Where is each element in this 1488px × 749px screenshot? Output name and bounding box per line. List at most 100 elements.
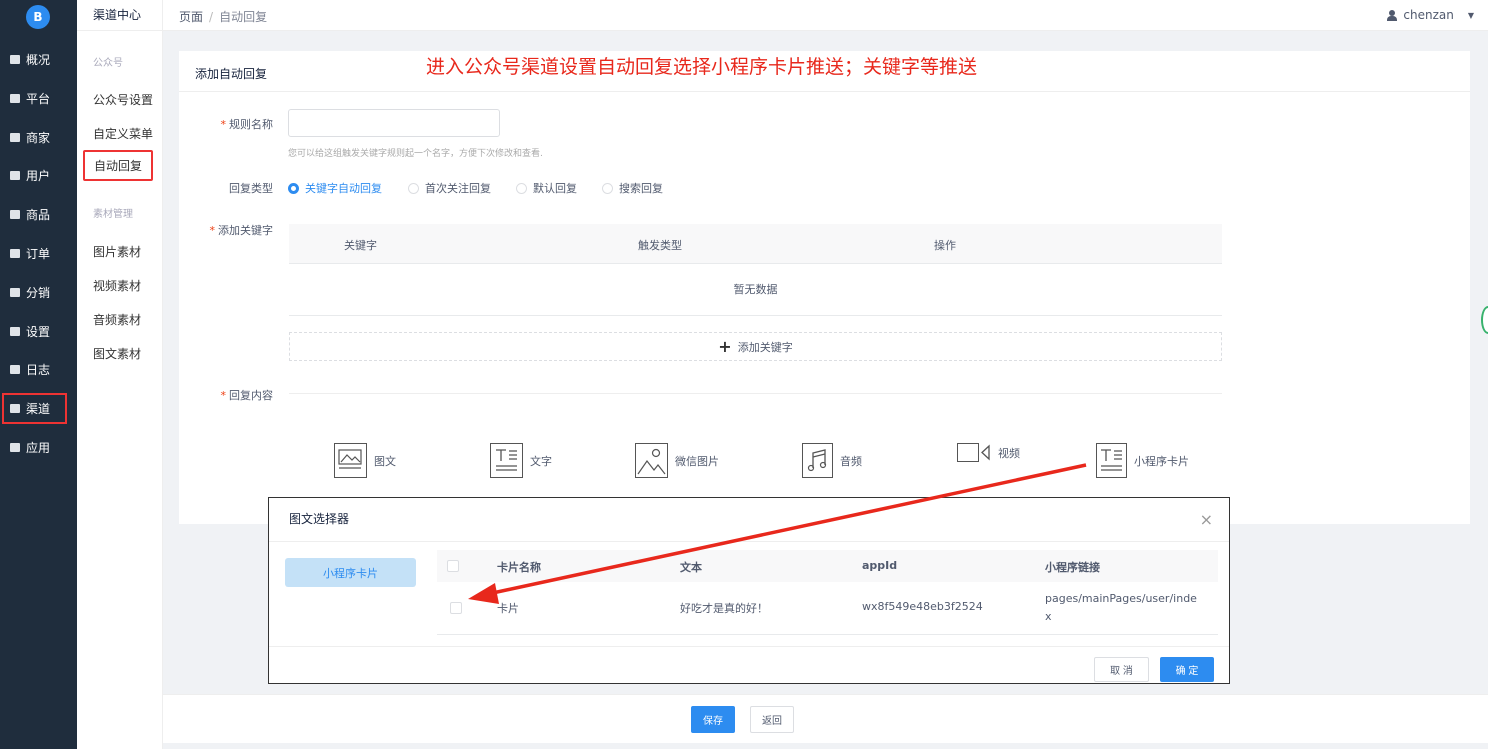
content-type-text[interactable]: 文字 (490, 443, 552, 478)
content-type-image-text[interactable]: 图文 (334, 443, 396, 478)
radio-keyword-reply[interactable]: 关键字自动回复 (288, 180, 382, 196)
close-icon[interactable]: × (1200, 510, 1213, 529)
content-type-mini-program-card[interactable]: 小程序卡片 (1096, 443, 1189, 478)
nav-label: 分销 (26, 285, 51, 300)
subnav-item-image-material[interactable]: 图片素材 (93, 243, 141, 260)
breadcrumb: 页面 / 自动回复 (179, 8, 267, 25)
nav-item-distribution[interactable]: 分销 (0, 276, 77, 308)
breadcrumb-current: 自动回复 (219, 10, 268, 24)
nav-item-overview[interactable]: 概况 (0, 43, 77, 75)
user-menu[interactable]: chenzan ▼ (1387, 8, 1474, 22)
content-type-wechat-image[interactable]: 微信图片 (635, 443, 719, 478)
row-checkbox[interactable] (450, 602, 462, 614)
nav-item-order[interactable]: 订单 (0, 237, 77, 269)
app-logo[interactable]: B (26, 5, 50, 29)
radio-label: 搜索回复 (619, 182, 663, 195)
save-button[interactable]: 保存 (691, 706, 735, 733)
nav-label: 订单 (26, 246, 51, 261)
store-icon (10, 132, 20, 142)
subnav-item-account-settings[interactable]: 公众号设置 (93, 91, 153, 108)
divider (269, 646, 1229, 647)
cell-appid: wx8f549e48eb3f2524 (862, 600, 983, 613)
nav-label: 概况 (26, 52, 51, 67)
nav-item-platform[interactable]: 平台 (0, 82, 77, 114)
add-keyword-button[interactable]: + 添加关键字 (289, 332, 1222, 361)
reply-type-label: 回复类型 (229, 182, 273, 195)
subnav-item-audio-material[interactable]: 音频素材 (93, 311, 141, 328)
card-table-header: 卡片名称 文本 appId 小程序链接 (437, 550, 1218, 582)
cell-card-name: 卡片 (497, 602, 519, 615)
subnav-item-video-material[interactable]: 视频素材 (93, 277, 141, 294)
radio-dot (602, 182, 613, 194)
plus-icon: + (718, 337, 732, 356)
main-sidebar: B 概况 平台 商家 用户 商品 订单 分销 设置 日志 渠道 应用 (0, 0, 77, 749)
col-text: 文本 (680, 561, 702, 574)
image-text-icon (334, 443, 367, 478)
cancel-button[interactable]: 取 消 (1094, 657, 1149, 682)
cell-link-line2: x (1045, 610, 1052, 623)
order-icon (10, 248, 20, 258)
nav-label: 商品 (26, 207, 51, 222)
log-icon (10, 364, 20, 374)
content-type-label: 视频 (998, 446, 1020, 460)
caret-down-icon: ▼ (1467, 10, 1474, 20)
subnav-item-auto-reply[interactable]: 自动回复 (83, 150, 154, 181)
rule-name-label-text: 规则名称 (229, 118, 273, 131)
subnav-item-article-material[interactable]: 图文素材 (93, 345, 141, 362)
rule-name-hint: 您可以给这组触发关键字规则起一个名字，方便下次修改和查看. (288, 149, 543, 159)
content-type-audio[interactable]: 音频 (802, 443, 862, 478)
subnav-group-material: 素材管理 (93, 209, 133, 220)
radio-first-follow-reply[interactable]: 首次关注回复 (408, 180, 491, 196)
nav-item-user[interactable]: 用户 (0, 159, 77, 191)
radio-default-reply[interactable]: 默认回复 (516, 180, 577, 196)
floating-widget[interactable] (1481, 306, 1488, 334)
nav-item-merchant[interactable]: 商家 (0, 121, 77, 153)
col-trigger-type: 触发类型 (638, 239, 682, 252)
nav-label: 用户 (26, 168, 51, 183)
nav-label: 商家 (26, 130, 51, 145)
col-appid: appId (862, 559, 898, 572)
back-button[interactable]: 返回 (750, 706, 794, 733)
divider (289, 393, 1222, 394)
username: chenzan (1403, 8, 1454, 22)
card-table: 卡片名称 文本 appId 小程序链接 卡片 好吃才是真的好！ wx8f549e… (437, 550, 1218, 635)
apps-icon (10, 442, 20, 452)
divider (179, 91, 1470, 92)
goods-icon (10, 209, 20, 219)
cell-text: 好吃才是真的好！ (680, 602, 768, 615)
rule-name-input[interactable] (288, 109, 500, 137)
subnav-item-custom-menu[interactable]: 自定义菜单 (93, 125, 153, 142)
confirm-button[interactable]: 确 定 (1160, 657, 1214, 682)
radio-dot (288, 182, 299, 194)
mini-program-card-icon (1096, 443, 1127, 478)
add-keyword-label: 添加关键字 (737, 340, 793, 354)
breadcrumb-root[interactable]: 页面 (179, 10, 203, 24)
rule-name-label: * 规则名称 (200, 116, 274, 132)
select-all-checkbox[interactable] (447, 560, 459, 572)
radio-label: 首次关注回复 (425, 182, 491, 195)
nav-item-settings[interactable]: 设置 (0, 315, 77, 347)
subnav-group-official-account: 公众号 (93, 58, 123, 69)
nav-label: 平台 (26, 91, 51, 106)
audio-icon (802, 443, 833, 478)
nav-item-goods[interactable]: 商品 (0, 198, 77, 230)
tab-mini-program-card[interactable]: 小程序卡片 (285, 558, 416, 587)
reply-content-label-text: 回复内容 (229, 389, 273, 402)
col-actions: 操作 (934, 239, 956, 252)
distribution-icon (10, 287, 20, 297)
table-row[interactable]: 卡片 好吃才是真的好！ wx8f549e48eb3f2524 pages/mai… (437, 582, 1218, 635)
nav-item-apps[interactable]: 应用 (0, 431, 77, 463)
user-icon (1387, 9, 1398, 21)
modal-title: 图文选择器 (289, 512, 350, 526)
nav-label: 渠道 (26, 402, 51, 416)
col-card-name: 卡片名称 (497, 561, 541, 574)
nav-item-log[interactable]: 日志 (0, 353, 77, 385)
radio-label: 默认回复 (533, 182, 577, 195)
radio-search-reply[interactable]: 搜索回复 (602, 180, 663, 196)
image-icon (635, 443, 668, 478)
nav-item-channel[interactable]: 渠道 (2, 393, 67, 424)
sub-sidebar: 渠道中心 公众号 公众号设置 自定义菜单 自动回复 素材管理 图片素材 视频素材… (77, 0, 163, 749)
keywords-label-text: 添加关键字 (218, 224, 273, 237)
col-mini-program-link: 小程序链接 (1045, 561, 1100, 574)
content-type-video[interactable]: 视频 (957, 443, 1020, 462)
